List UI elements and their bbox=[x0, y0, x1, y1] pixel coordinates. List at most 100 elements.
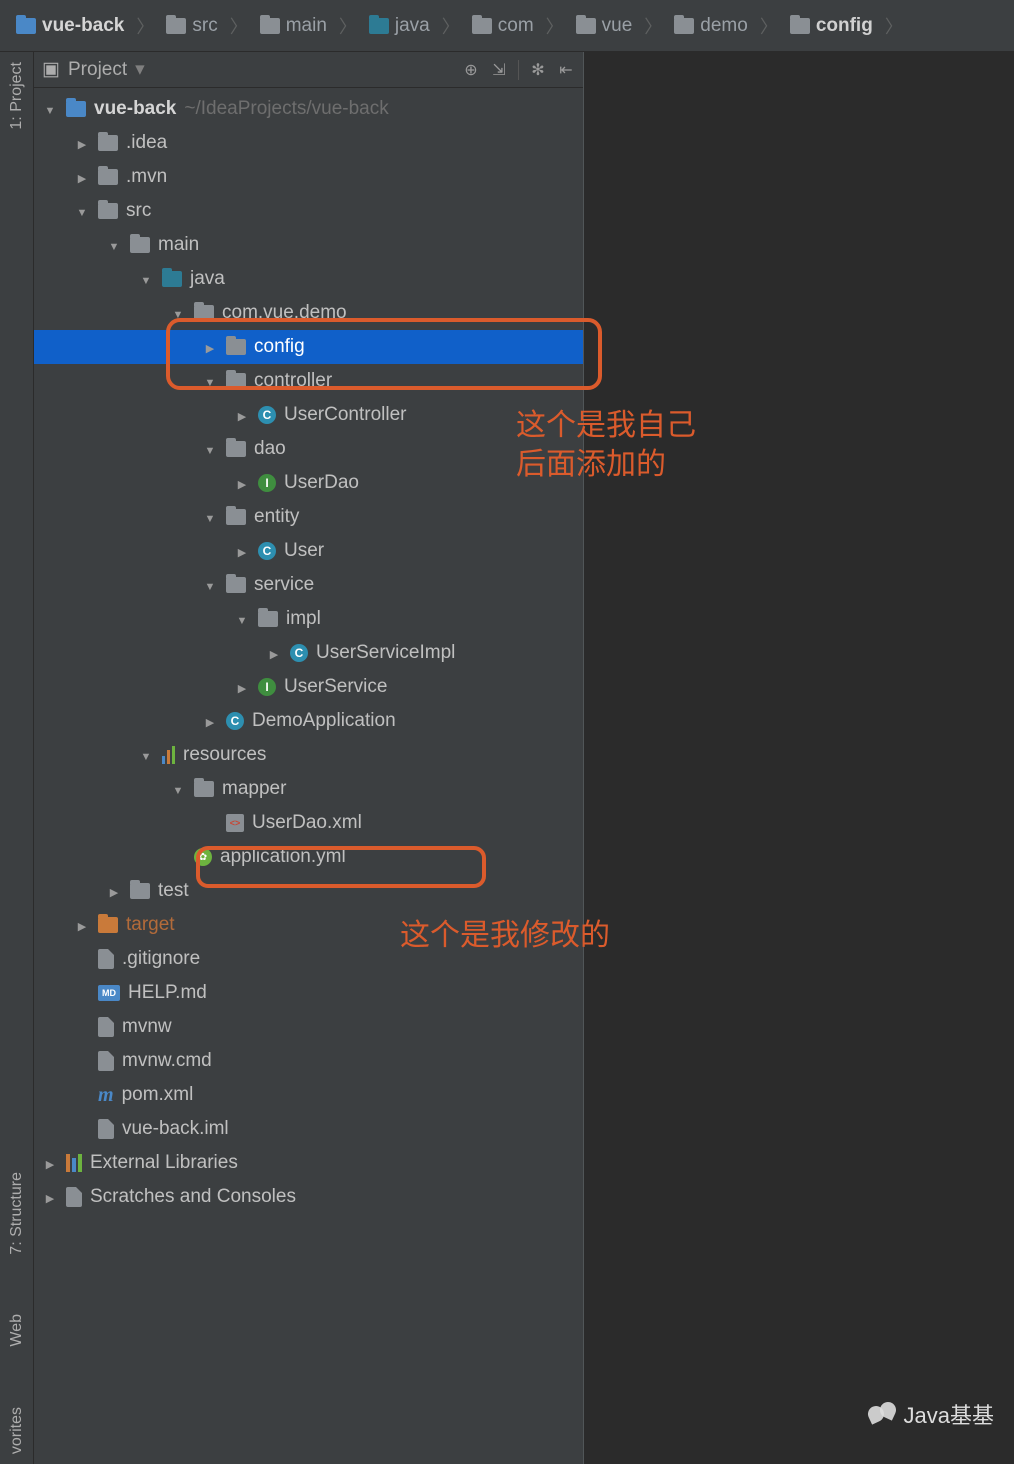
crumb-main[interactable]: main〉 bbox=[254, 13, 363, 39]
gear-icon[interactable]: ✻ bbox=[529, 61, 547, 79]
crumb-vue-back[interactable]: vue-back 〉 bbox=[10, 13, 160, 39]
expand-arrow-icon[interactable] bbox=[234, 676, 250, 698]
tree-row-user[interactable]: C User bbox=[34, 534, 583, 568]
tree-row-application-yml[interactable]: ✿ application.yml bbox=[34, 840, 583, 874]
expand-arrow-icon[interactable] bbox=[266, 642, 282, 664]
crumb-java[interactable]: java〉 bbox=[363, 13, 466, 39]
expand-arrow-icon[interactable] bbox=[170, 778, 186, 800]
expand-arrow-icon[interactable] bbox=[202, 336, 218, 358]
crumb-vue[interactable]: vue〉 bbox=[570, 13, 669, 39]
expand-arrow-icon[interactable] bbox=[234, 472, 250, 494]
expand-arrow-icon[interactable] bbox=[234, 608, 250, 630]
tree-row-external-libraries[interactable]: External Libraries bbox=[34, 1146, 583, 1180]
tree-row-resources[interactable]: resources bbox=[34, 738, 583, 772]
tree-row-entity[interactable]: entity bbox=[34, 500, 583, 534]
tree-row-root[interactable]: vue-back ~/IdeaProjects/vue-back bbox=[34, 92, 583, 126]
gutter-tab-project[interactable]: 1: Project bbox=[6, 52, 28, 140]
gutter-tab-favorites[interactable]: vorites bbox=[6, 1397, 28, 1464]
watermark: Java基基 bbox=[868, 1398, 994, 1430]
tree-row-mvn[interactable]: .mvn bbox=[34, 160, 583, 194]
class-icon: C bbox=[290, 644, 308, 662]
expand-arrow-icon[interactable] bbox=[202, 370, 218, 392]
crumb-src[interactable]: src〉 bbox=[160, 13, 253, 39]
tree-row-pkg[interactable]: com.vue.demo bbox=[34, 296, 583, 330]
tree-row-controller[interactable]: controller bbox=[34, 364, 583, 398]
tree-row-test[interactable]: test bbox=[34, 874, 583, 908]
tree-row-service[interactable]: service bbox=[34, 568, 583, 602]
project-icon: ▣ bbox=[42, 61, 60, 79]
expand-arrow-icon[interactable] bbox=[202, 574, 218, 596]
expand-arrow-icon[interactable] bbox=[234, 404, 250, 426]
folder-icon bbox=[194, 781, 214, 797]
expand-arrow-icon[interactable] bbox=[234, 540, 250, 562]
file-icon bbox=[98, 1119, 114, 1139]
locate-icon[interactable]: ⊕ bbox=[462, 61, 480, 79]
expand-arrow-icon[interactable] bbox=[74, 132, 90, 154]
expand-arrow-icon[interactable] bbox=[138, 268, 154, 290]
package-icon bbox=[258, 611, 278, 627]
tree-row-src[interactable]: src bbox=[34, 194, 583, 228]
xml-icon: <> bbox=[226, 814, 244, 832]
project-panel-header: ▣ Project ▾ ⊕ ⇲ ✻ ⇤ bbox=[34, 52, 583, 88]
package-icon bbox=[194, 305, 214, 321]
expand-arrow-icon[interactable] bbox=[202, 710, 218, 732]
expand-arrow-icon[interactable] bbox=[42, 1152, 58, 1174]
tree-row-usercontroller[interactable]: C UserController bbox=[34, 398, 583, 432]
resources-icon bbox=[162, 746, 175, 764]
class-icon: C bbox=[258, 542, 276, 560]
interface-icon: I bbox=[258, 678, 276, 696]
tree-row-demoapplication[interactable]: C DemoApplication bbox=[34, 704, 583, 738]
tree-row-help[interactable]: MD HELP.md bbox=[34, 976, 583, 1010]
gutter-tab-web[interactable]: Web bbox=[6, 1304, 28, 1357]
expand-arrow-icon[interactable] bbox=[74, 166, 90, 188]
folder-icon bbox=[369, 18, 389, 34]
gutter-tab-structure[interactable]: 7: Structure bbox=[6, 1162, 28, 1265]
crumb-com[interactable]: com〉 bbox=[466, 13, 570, 39]
package-icon bbox=[226, 339, 246, 355]
expand-arrow-icon[interactable] bbox=[74, 914, 90, 936]
tree-row-scratches[interactable]: Scratches and Consoles bbox=[34, 1180, 583, 1214]
folder-icon bbox=[790, 18, 810, 34]
expand-arrow-icon[interactable] bbox=[42, 1186, 58, 1208]
tree-row-mapper[interactable]: mapper bbox=[34, 772, 583, 806]
crumb-config[interactable]: config〉 bbox=[784, 13, 909, 39]
folder-icon bbox=[98, 203, 118, 219]
expand-arrow-icon[interactable] bbox=[138, 744, 154, 766]
expand-arrow-icon[interactable] bbox=[170, 302, 186, 324]
tree-row-iml[interactable]: vue-back.iml bbox=[34, 1112, 583, 1146]
tree-row-impl[interactable]: impl bbox=[34, 602, 583, 636]
folder-icon bbox=[130, 883, 150, 899]
expand-arrow-icon[interactable] bbox=[106, 234, 122, 256]
tree-row-userdaoxml[interactable]: <> UserDao.xml bbox=[34, 806, 583, 840]
folder-icon bbox=[98, 169, 118, 185]
expand-arrow-icon[interactable] bbox=[42, 98, 58, 120]
expand-arrow-icon[interactable] bbox=[106, 880, 122, 902]
hide-icon[interactable]: ⇤ bbox=[557, 61, 575, 79]
tree-row-dao[interactable]: dao bbox=[34, 432, 583, 466]
tree-row-java[interactable]: java bbox=[34, 262, 583, 296]
folder-icon bbox=[674, 18, 694, 34]
tree-row-idea[interactable]: .idea bbox=[34, 126, 583, 160]
expand-arrow-icon[interactable] bbox=[202, 506, 218, 528]
crumb-demo[interactable]: demo〉 bbox=[668, 13, 784, 39]
project-view-selector[interactable]: ▣ Project ▾ bbox=[42, 58, 145, 81]
project-tree[interactable]: vue-back ~/IdeaProjects/vue-back .idea .… bbox=[34, 88, 583, 1214]
project-tool-window: ▣ Project ▾ ⊕ ⇲ ✻ ⇤ vue-back ~/IdeaProje… bbox=[34, 52, 584, 1464]
tree-row-userserviceimpl[interactable]: C UserServiceImpl bbox=[34, 636, 583, 670]
tree-row-main[interactable]: main bbox=[34, 228, 583, 262]
spring-config-icon: ✿ bbox=[194, 848, 212, 866]
tree-row-userdao[interactable]: I UserDao bbox=[34, 466, 583, 500]
left-tool-gutter: 1: Project 7: Structure Web vorites bbox=[0, 52, 34, 1464]
tree-row-mvnw[interactable]: mvnw bbox=[34, 1010, 583, 1044]
scratches-icon bbox=[66, 1187, 82, 1207]
folder-icon bbox=[16, 18, 36, 34]
tree-row-config[interactable]: config bbox=[34, 330, 583, 364]
tree-row-mvnwcmd[interactable]: mvnw.cmd bbox=[34, 1044, 583, 1078]
tree-row-userservice[interactable]: I UserService bbox=[34, 670, 583, 704]
tree-row-pom[interactable]: m pom.xml bbox=[34, 1078, 583, 1112]
package-icon bbox=[226, 577, 246, 593]
class-icon: C bbox=[258, 406, 276, 424]
expand-icon[interactable]: ⇲ bbox=[490, 61, 508, 79]
expand-arrow-icon[interactable] bbox=[74, 200, 90, 222]
expand-arrow-icon[interactable] bbox=[202, 438, 218, 460]
